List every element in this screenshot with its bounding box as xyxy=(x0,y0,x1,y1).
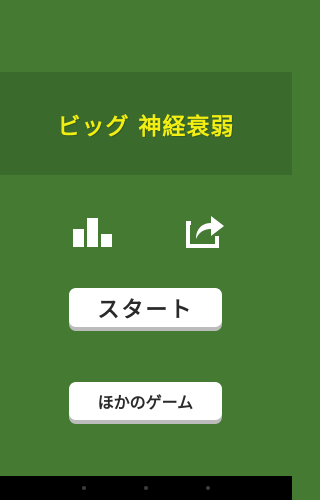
other-games-button[interactable]: ほかのゲーム xyxy=(69,382,222,420)
share-icon xyxy=(186,216,224,248)
share-button[interactable] xyxy=(180,210,230,250)
system-navigation-bar xyxy=(0,476,292,500)
game-menu-screen: ビッグ 神経衰弱 スタート ほかのゲーム xyxy=(0,0,292,476)
start-button-label: スタート xyxy=(97,297,194,323)
nav-back-icon[interactable] xyxy=(82,486,86,490)
title-banner: ビッグ 神経衰弱 xyxy=(0,72,292,175)
bar-chart-icon xyxy=(73,218,112,247)
nav-home-icon[interactable] xyxy=(144,486,148,490)
stats-button[interactable] xyxy=(69,212,119,252)
game-title: ビッグ 神経衰弱 xyxy=(57,113,235,140)
other-games-button-label: ほかのゲーム xyxy=(97,393,194,412)
start-button[interactable]: スタート xyxy=(69,288,222,327)
nav-recent-apps-icon[interactable] xyxy=(206,486,210,490)
